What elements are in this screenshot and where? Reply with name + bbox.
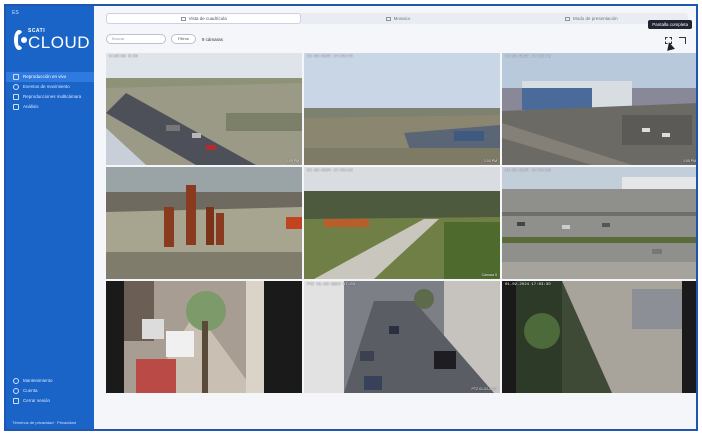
camera-label: PTZ 01-02-2024: [471, 387, 498, 391]
sidebar-item-live[interactable]: Reproducción en vivo: [6, 72, 94, 82]
playback-icon: [13, 94, 19, 100]
tab-grid-view[interactable]: Vista de cuadrícula: [106, 13, 302, 24]
settings-icon: [13, 378, 19, 384]
live-icon: [13, 74, 19, 80]
sidebar: ES SCATI CLOUD Reproducción en vivo Even…: [6, 6, 94, 429]
sidebar-item-label: Mantenimiento: [23, 378, 53, 383]
app-window: ES SCATI CLOUD Reproducción en vivo Even…: [4, 4, 698, 431]
camera-feed-image: [304, 167, 500, 279]
camera-tile-1[interactable]: 0:00:00 0:00 1:00 PM: [106, 53, 302, 165]
camera-feed-image: [304, 281, 500, 393]
camera-tile-3[interactable]: 01-02-2024 17:03:18 1:00 PM: [502, 53, 696, 165]
sidebar-bottom-nav: Mantenimiento Cuenta Cerrar sesión: [6, 376, 94, 406]
camera-label: Cámara 5: [481, 273, 497, 277]
camera-tile-6[interactable]: 01-02-2024 17:02:36: [502, 167, 696, 279]
analytics-icon: [13, 104, 19, 110]
sidebar-item-account[interactable]: Cuenta: [6, 386, 94, 396]
scati-logo-icon: [14, 30, 27, 50]
fullscreen-tooltip: Pantalla completa: [648, 20, 692, 29]
camera-timestamp: 01-02-2024 17:03:46: [307, 55, 353, 59]
camera-tile-9[interactable]: 01-02-2024 17:03:30: [502, 281, 696, 393]
camera-tile-2[interactable]: 01-02-2024 17:03:46 1:00 PM: [304, 53, 500, 165]
fullscreen-tools: Pantalla completa: [644, 20, 694, 51]
logout-icon: [13, 398, 19, 404]
camera-label: 1:00 PM: [285, 159, 299, 163]
camera-tile-5[interactable]: 01-02-2024 17:03:52 Cámara 5: [304, 167, 500, 279]
tab-label: Modo de presentación: [573, 16, 618, 21]
camera-feed-image: [502, 281, 696, 393]
sidebar-item-logout[interactable]: Cerrar sesión: [6, 396, 94, 406]
camera-feed-image: [106, 53, 302, 165]
camera-grid: 0:00:00 0:00 1:00 PM 01-02-2024 17:03:46…: [106, 53, 696, 393]
sidebar-item-label: Análisis: [23, 104, 39, 109]
tab-label: Vista de cuadrícula: [188, 16, 227, 21]
logo-big-text: CLOUD: [27, 33, 90, 52]
sidebar-nav: Reproducción en vivo Eventos de movimien…: [6, 72, 94, 112]
sidebar-item-playback[interactable]: Reproducciones multicámara: [6, 92, 94, 102]
sidebar-item-label: Reproducción en vivo: [23, 74, 67, 79]
camera-label: 1:00 PM: [682, 159, 696, 163]
camera-feed-image: [304, 53, 500, 165]
camera-tile-4[interactable]: [106, 167, 302, 279]
camera-feed-image: [106, 167, 302, 279]
camera-feed-image: [502, 167, 696, 279]
search-input[interactable]: Buscar: [106, 34, 166, 44]
mosaic-icon: [385, 16, 391, 21]
camera-timestamp: 0:00:00 0:00: [109, 55, 138, 59]
sidebar-footer[interactable]: Términos de privacidad · Privacidad: [12, 420, 76, 425]
toolbar: Buscar Filtros 9 cámaras: [106, 33, 223, 45]
sidebar-item-analytics[interactable]: Análisis: [6, 102, 94, 112]
filter-button[interactable]: Filtros: [171, 34, 196, 44]
presentation-icon: [565, 16, 571, 21]
camera-feed-image: [502, 53, 696, 165]
language-selector[interactable]: ES: [12, 10, 19, 16]
camera-tile-7[interactable]: [106, 281, 302, 393]
camera-feed-image: [106, 281, 302, 393]
expand-icon[interactable]: [679, 37, 686, 44]
sidebar-item-motion-events[interactable]: Eventos de movimiento: [6, 82, 94, 92]
camera-label: 1:00 PM: [483, 159, 497, 163]
sidebar-item-label: Eventos de movimiento: [23, 84, 70, 89]
camera-timestamp: 01-02-2024 17:03:30: [505, 283, 551, 287]
motion-icon: [13, 84, 19, 90]
camera-count: 9 cámaras: [201, 36, 223, 42]
view-tabs: Vista de cuadrícula Mosaico Modo de pres…: [106, 13, 688, 24]
camera-timestamp: 01-02-2024 17:02:36: [505, 169, 551, 173]
camera-timestamp: PTZ 01-02-2024 17:03: [307, 283, 356, 287]
camera-timestamp: 01-02-2024 17:03:52: [307, 169, 353, 173]
user-icon: [13, 388, 19, 394]
main-content: Vista de cuadrícula Mosaico Modo de pres…: [96, 6, 696, 429]
tab-mosaic[interactable]: Mosaico: [301, 13, 494, 24]
tab-label: Mosaico: [393, 16, 411, 21]
camera-timestamp: 01-02-2024 17:03:18: [505, 55, 551, 59]
mouse-cursor-icon: [665, 41, 675, 51]
sidebar-item-label: Cuenta: [23, 388, 38, 393]
logo: SCATI CLOUD: [14, 26, 90, 54]
sidebar-item-label: Cerrar sesión: [23, 398, 51, 403]
grid-icon: [180, 16, 186, 21]
sidebar-item-maintenance[interactable]: Mantenimiento: [6, 376, 94, 386]
camera-tile-8[interactable]: PTZ 01-02-2024 17:03 PTZ 01-02-2024: [304, 281, 500, 393]
sidebar-item-label: Reproducciones multicámara: [23, 94, 82, 99]
